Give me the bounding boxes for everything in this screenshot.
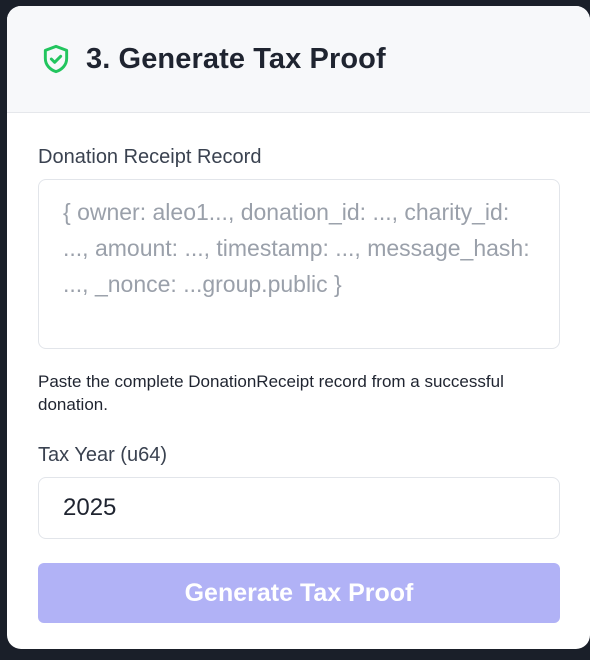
- tax-year-label: Tax Year (u64): [38, 444, 167, 466]
- form-body: Donation Receipt Record Paste the comple…: [7, 146, 590, 623]
- receipt-help-text: Paste the complete DonationReceipt recor…: [38, 372, 504, 414]
- tax-year-input[interactable]: [38, 477, 560, 539]
- card-title: 3. Generate Tax Proof: [86, 42, 386, 75]
- receipt-label: Donation Receipt Record: [38, 146, 262, 168]
- shield-check-icon: [39, 42, 73, 76]
- tax-proof-card: 3. Generate Tax Proof Donation Receipt R…: [7, 6, 590, 649]
- generate-tax-proof-button[interactable]: Generate Tax Proof: [38, 563, 560, 623]
- card-header: 3. Generate Tax Proof: [7, 6, 590, 113]
- receipt-record-textarea[interactable]: [38, 179, 560, 349]
